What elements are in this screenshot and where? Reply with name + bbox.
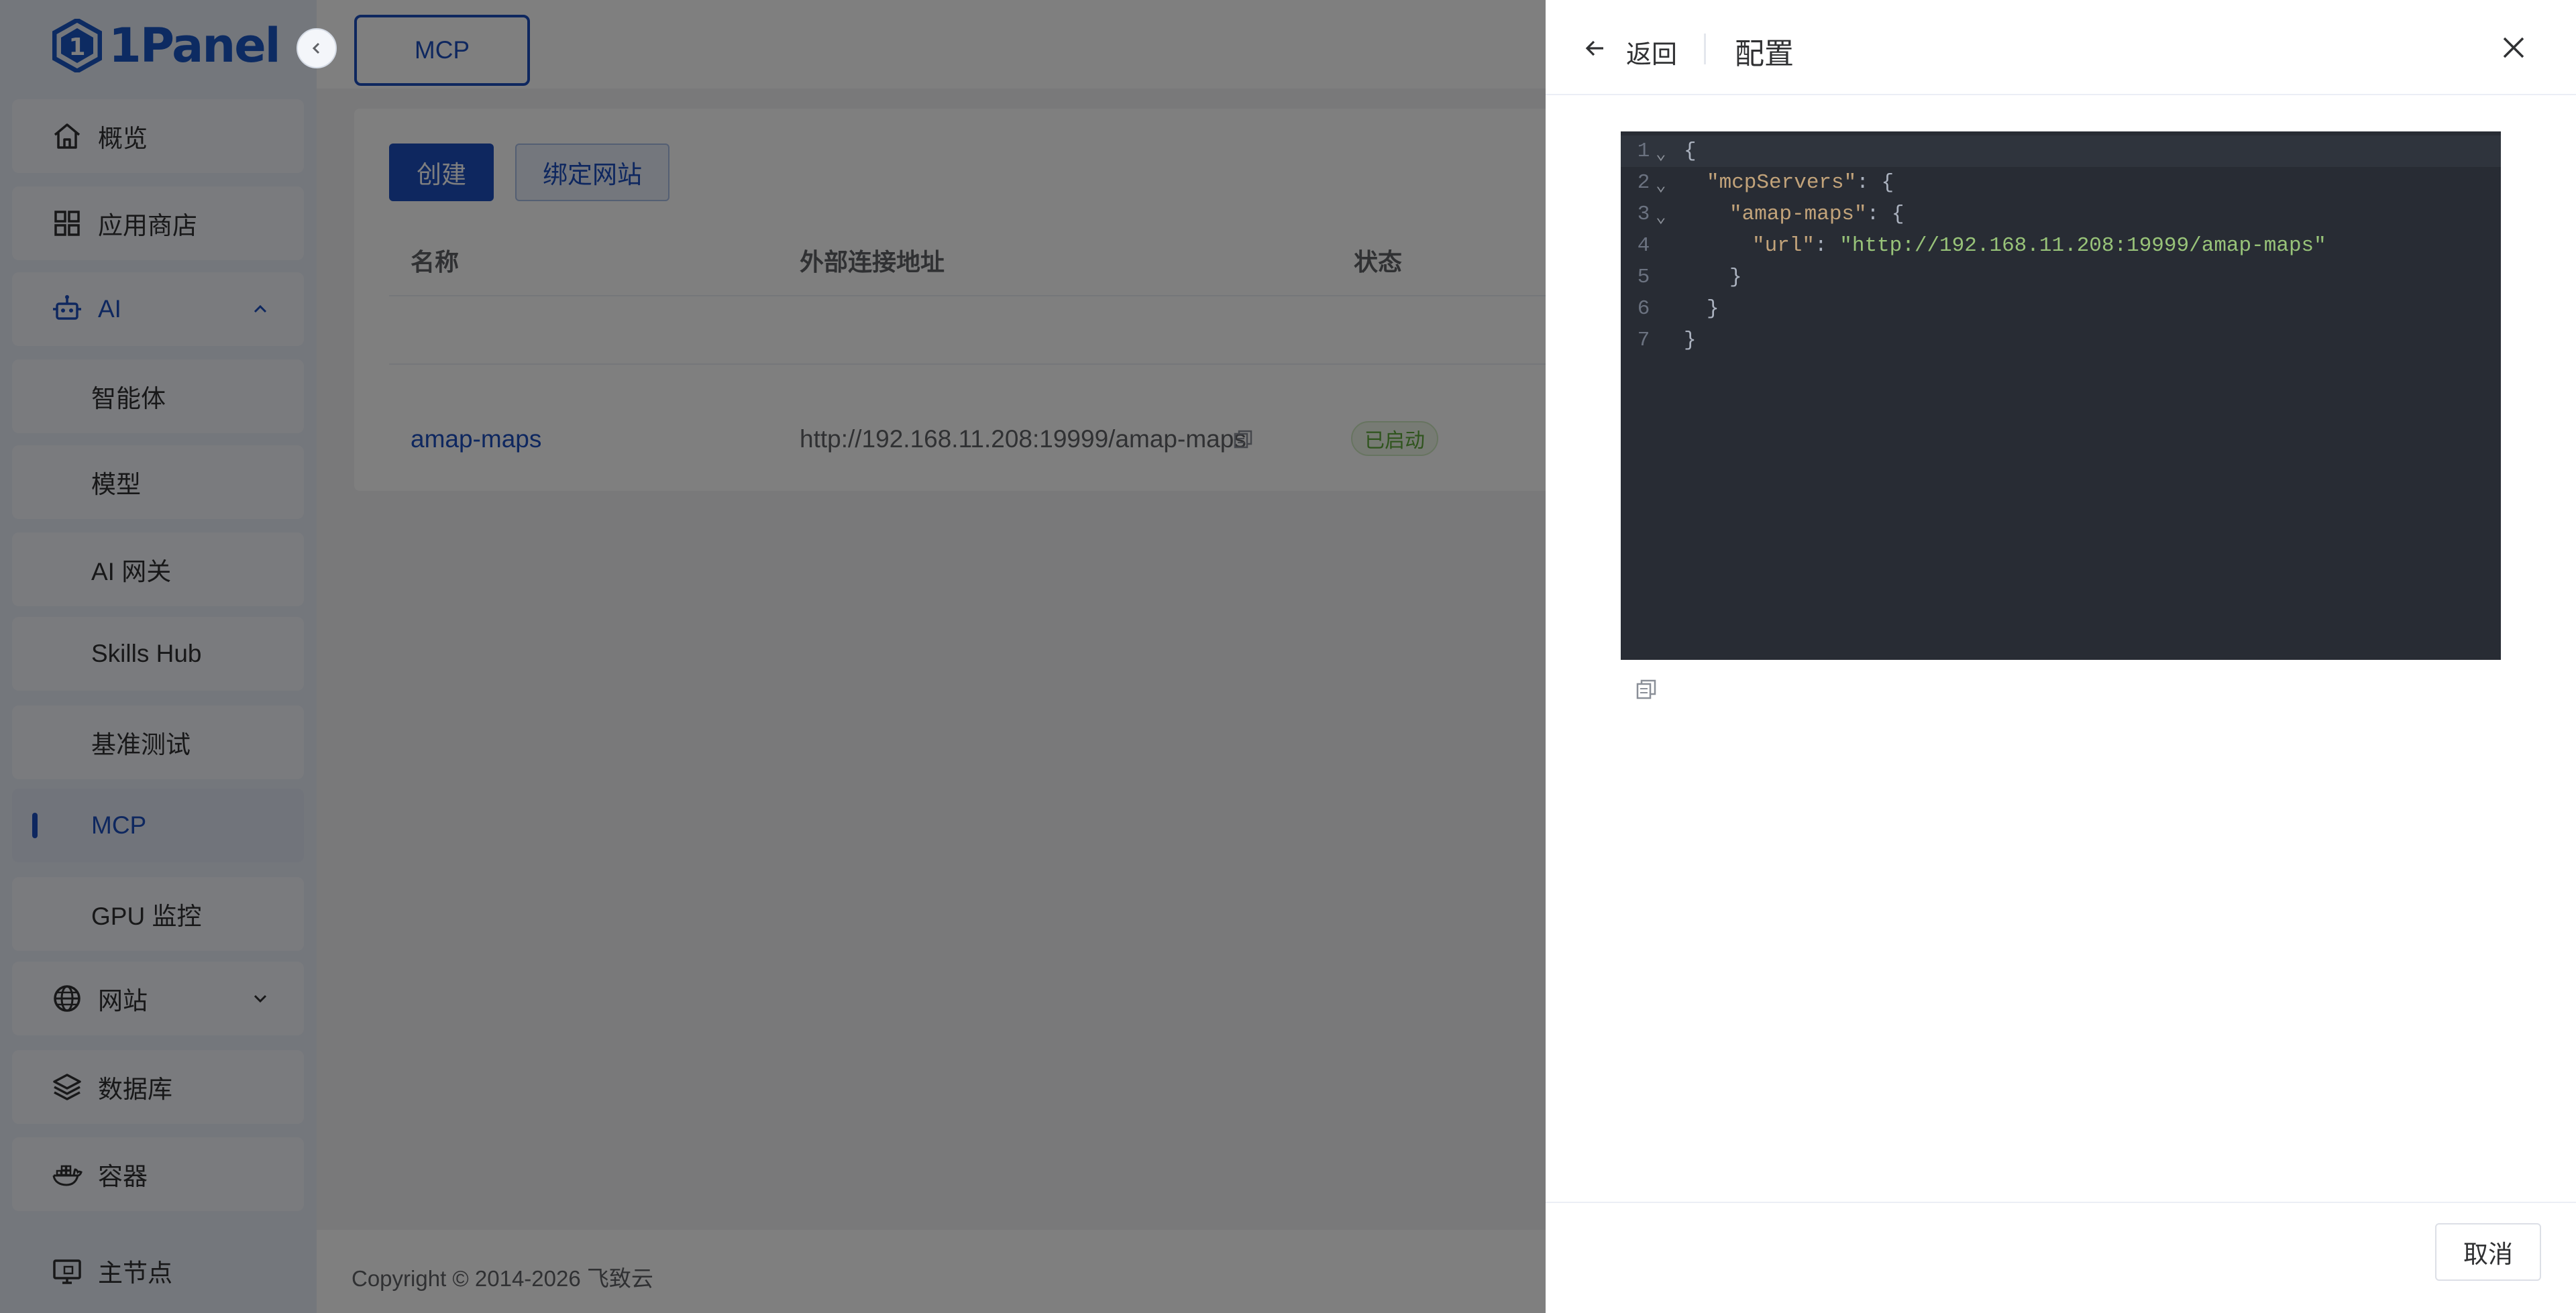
- line-number: 1: [1637, 139, 1650, 163]
- drawer-title: 配置: [1735, 38, 1794, 70]
- json-string: "http://192.168.11.208:19999/amap-maps": [1839, 234, 2326, 258]
- code-text: }: [1684, 329, 1697, 352]
- fold-chevron-icon[interactable]: ⌄: [1656, 144, 1666, 164]
- code-line: 4 "url": "http://192.168.11.208:19999/am…: [1621, 230, 2501, 262]
- code-line: 3 ⌄ "amap-maps": {: [1621, 198, 2501, 230]
- close-icon[interactable]: [2498, 32, 2529, 63]
- json-key: "amap-maps": [1729, 203, 1867, 226]
- cancel-button[interactable]: 取消: [2435, 1223, 2541, 1281]
- chevron-left-icon: [312, 42, 320, 54]
- back-button[interactable]: 返回: [1626, 34, 1677, 70]
- code-text: }: [1707, 297, 1719, 321]
- header-divider: [1704, 34, 1706, 64]
- code-line: 7 }: [1621, 325, 2501, 356]
- code-line: 2 ⌄ "mcpServers": {: [1621, 167, 2501, 198]
- code-text: "amap-maps": {: [1729, 203, 1904, 226]
- drawer-footer: 取消: [1546, 1202, 2576, 1313]
- json-punct: : {: [1866, 203, 1904, 226]
- code-text: "url": "http://192.168.11.208:19999/amap…: [1752, 234, 2326, 258]
- line-number: 2: [1637, 171, 1650, 194]
- line-number: 7: [1637, 329, 1650, 352]
- line-number: 5: [1637, 266, 1650, 289]
- json-punct: :: [1815, 234, 1840, 258]
- drawer-header: 返回 配置: [1546, 0, 2576, 95]
- line-number: 3: [1637, 203, 1650, 226]
- line-number: 6: [1637, 297, 1650, 321]
- config-drawer: 返回 配置 1 ⌄ { 2 ⌄ "mcpServers": { 3 ⌄ "ama…: [1546, 0, 2576, 1313]
- code-editor[interactable]: 1 ⌄ { 2 ⌄ "mcpServers": { 3 ⌄ "amap-maps…: [1621, 131, 2501, 660]
- fold-chevron-icon[interactable]: ⌄: [1656, 175, 1666, 196]
- code-text: "mcpServers": {: [1707, 171, 1894, 194]
- copy-config-icon[interactable]: [1634, 677, 1658, 701]
- sidebar-collapse-button[interactable]: [297, 28, 337, 68]
- code-line: 6 }: [1621, 293, 2501, 325]
- fold-chevron-icon[interactable]: ⌄: [1656, 207, 1666, 227]
- code-text: {: [1684, 139, 1697, 163]
- code-text: }: [1729, 266, 1742, 289]
- code-line: 5 }: [1621, 262, 2501, 293]
- json-key: "url": [1752, 234, 1815, 258]
- json-punct: : {: [1856, 171, 1894, 194]
- line-number: 4: [1637, 234, 1650, 258]
- code-line: 1 ⌄ {: [1621, 135, 2501, 167]
- back-arrow-icon[interactable]: [1582, 35, 1609, 62]
- json-key: "mcpServers": [1707, 171, 1857, 194]
